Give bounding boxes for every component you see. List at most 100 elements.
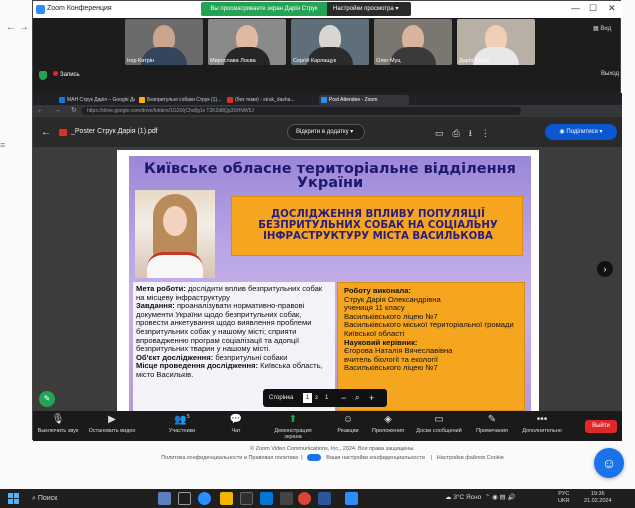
system-clock[interactable]: 19:36 21.02.2024 (584, 491, 612, 505)
close-icon[interactable]: ✕ (608, 3, 616, 14)
zoom-footer: © Zoom Video Communications, Inc., 2024.… (30, 445, 635, 463)
participant-tile[interactable]: Ігор Катрін (125, 19, 203, 65)
browser-tab[interactable]: (без теми) - struk_dasha... (225, 95, 317, 105)
windows-taskbar: ⌕ Поиск ☁ 3°C Ясно ⌃ ◉ ▤ 🔊 РУС UKR 19:36 2… (0, 489, 635, 508)
reload-icon[interactable]: ← → ↻ (37, 106, 81, 114)
notes-icon: ✎ (487, 414, 497, 425)
participants-button[interactable]: 👥5 Участники (157, 414, 207, 434)
file-explorer-icon[interactable] (220, 492, 233, 505)
security-shield-icon[interactable] (39, 71, 47, 80)
leave-meeting-button[interactable]: Выйти (585, 420, 617, 433)
privacy-choices-link[interactable]: Ваши настройки конфиденциальности (307, 454, 428, 462)
research-title: ДОСЛІДЖЕННЯ ВПЛИВУ ПОПУЛЯЦІЇ БЕЗПРИТУЛЬН… (258, 209, 498, 242)
minimize-icon[interactable]: — (571, 3, 580, 13)
privacy-link[interactable]: Политика конфиденциальности и Правовая п… (161, 455, 298, 461)
windows-start-icon[interactable] (8, 493, 19, 504)
author-photo (135, 190, 215, 278)
participant-tile[interactable]: Сергій Карлащук (291, 19, 369, 65)
zoom-taskbar-icon[interactable] (345, 492, 358, 505)
mail-icon[interactable] (260, 492, 273, 505)
shared-screen: МАН Струк Дарія – Google Ди Безпритульні… (33, 93, 622, 411)
globe-icon: ◉ (559, 129, 565, 135)
privacy-toggle-icon (307, 454, 322, 462)
browser-tab[interactable]: Безпритульні собаки Струк (1)... (137, 95, 223, 105)
screen-share-banner: Вы просматриваете экран Дарія Струк (201, 2, 327, 16)
zoom-in-icon[interactable]: + (369, 389, 374, 407)
notes-button[interactable]: ✎ Примечания (467, 414, 517, 434)
edge-browser-icon[interactable] (198, 492, 211, 505)
copyright-text: © Zoom Video Communications, Inc., 2024.… (250, 446, 415, 452)
chrome-icon[interactable] (298, 492, 311, 505)
share-arrow-icon: ⬆ (288, 414, 298, 425)
camera-icon: ▶ (108, 414, 116, 425)
store-icon[interactable] (240, 492, 253, 505)
view-button[interactable]: ▦ Вид (593, 25, 611, 32)
share-screen-button[interactable]: ⬆ Демонстрация экрана (265, 414, 321, 440)
back-arrow-icon[interactable]: ← (41, 127, 51, 138)
participants-icon: 👥5 (174, 414, 190, 426)
page-input[interactable]: 1 (303, 393, 312, 403)
exit-fullscreen-button[interactable]: Выход (601, 71, 619, 77)
poster-org-title: Київське обласне територіальне відділенн… (144, 161, 516, 191)
page-navigation: Сторінка 1 з 1 − ⌕ + (263, 389, 387, 407)
language-indicator[interactable]: РУС UKR (558, 491, 570, 505)
support-chat-button[interactable]: ☺ (594, 448, 624, 478)
maximize-icon[interactable]: ☐ (589, 3, 597, 14)
participant-strip: Ігор Катрін Мирослава Лоєва Сергій Карла… (125, 19, 545, 65)
next-file-arrow-icon[interactable]: › (597, 261, 613, 277)
mute-button[interactable]: 🎙 Выключить звук (33, 414, 83, 434)
zoom-out-icon[interactable]: − (341, 389, 346, 407)
system-tray[interactable]: ☁ 3°C Ясно ⌃ ◉ ▤ 🔊 (445, 493, 516, 501)
poster: Київське обласне територіальне відділенн… (129, 156, 531, 411)
whiteboards-button[interactable]: ▭ Доски сообщений (411, 414, 467, 434)
recording-indicator[interactable]: Запись (53, 71, 80, 78)
apps-button[interactable]: ◈ Приложения (363, 414, 413, 434)
magnifier-icon[interactable]: ⌕ (355, 389, 359, 407)
viewer-action-icons[interactable]: ▭⎙⭳⋮ (435, 126, 499, 142)
dropdown-arrow-icon: ▾ (350, 129, 354, 135)
browser-tab[interactable]: МАН Струк Дарія – Google Ди (57, 95, 135, 105)
browser-tab-active[interactable]: Post Attendee - Zoom (319, 95, 409, 105)
pdf-file-icon (59, 129, 67, 136)
back-forward-icons[interactable]: ← → (0, 22, 32, 38)
share-button[interactable]: ◉ Поділитися ▾ (545, 124, 617, 140)
word-icon[interactable] (318, 492, 331, 505)
zoom-logo-icon (36, 5, 45, 14)
chat-bubble-icon: ☺ (601, 455, 617, 471)
record-dot-icon (53, 71, 58, 76)
apps-icon: ◈ (384, 414, 392, 425)
pdf-page: Київське обласне територіальне відділенн… (117, 150, 539, 411)
grid-icon: ▦ (593, 26, 599, 32)
zoom-meeting-window: Zoom Конференция — ☐ ✕ Вы просматриваете… (32, 0, 622, 441)
browser-tabbar: МАН Струк Дарія – Google Ди Безпритульні… (33, 93, 622, 105)
chat-button[interactable]: 💬 Чат (211, 414, 261, 434)
search-icon: ⌕ (32, 495, 36, 502)
address-bar-row: ← → ↻ https://drive.google.com/drive/fol… (33, 105, 622, 117)
participant-tile[interactable]: Олег Муц (374, 19, 452, 65)
app-icon[interactable] (280, 492, 293, 505)
research-title-box: ДОСЛІДЖЕННЯ ВПЛИВУ ПОПУЛЯЦІЇ БЕЗПРИТУЛЬН… (231, 196, 523, 256)
microphone-icon: 🎙 (51, 414, 65, 425)
stop-video-button[interactable]: ▶ Остановить видео (87, 414, 137, 434)
pdf-viewer-toolbar: ← _Poster Струк Дарія (1).pdf Відкрити в… (33, 117, 622, 147)
more-button[interactable]: ••• Дополнительно (517, 414, 567, 434)
url-field[interactable]: https://drive.google.com/drive/folders/1… (81, 107, 521, 115)
window-title: Zoom Конференция (47, 5, 112, 12)
bg-sidebar-icon: ≡ (0, 140, 6, 150)
annotate-pencil-icon[interactable]: ✎ (39, 391, 55, 407)
task-view-icon[interactable] (178, 492, 191, 505)
chat-icon: 💬 (229, 414, 243, 425)
landscape-widget-icon[interactable] (158, 492, 171, 505)
more-dots-icon: ••• (536, 414, 548, 425)
view-options-dropdown[interactable]: Настройки просмотра ▾ (327, 2, 411, 16)
chevron-down-icon: ▾ (395, 6, 399, 12)
taskbar-search[interactable]: ⌕ Поиск (28, 492, 148, 505)
weather-icon: ☁ (445, 494, 452, 501)
participant-tile[interactable]: Мирослава Лоєва (208, 19, 286, 65)
participant-tile[interactable]: Дарія Струк (457, 19, 535, 65)
cookie-settings-link[interactable]: Настройки файлов Cookie (437, 455, 504, 461)
pdf-file-title: _Poster Струк Дарія (1).pdf (71, 128, 158, 135)
whiteboard-icon: ▭ (434, 414, 444, 425)
meeting-toolbar: 🎙 Выключить звук ▶ Остановить видео 👥5 Учас… (33, 411, 622, 441)
open-with-button[interactable]: Відкрити в додатку ▾ (287, 124, 365, 140)
